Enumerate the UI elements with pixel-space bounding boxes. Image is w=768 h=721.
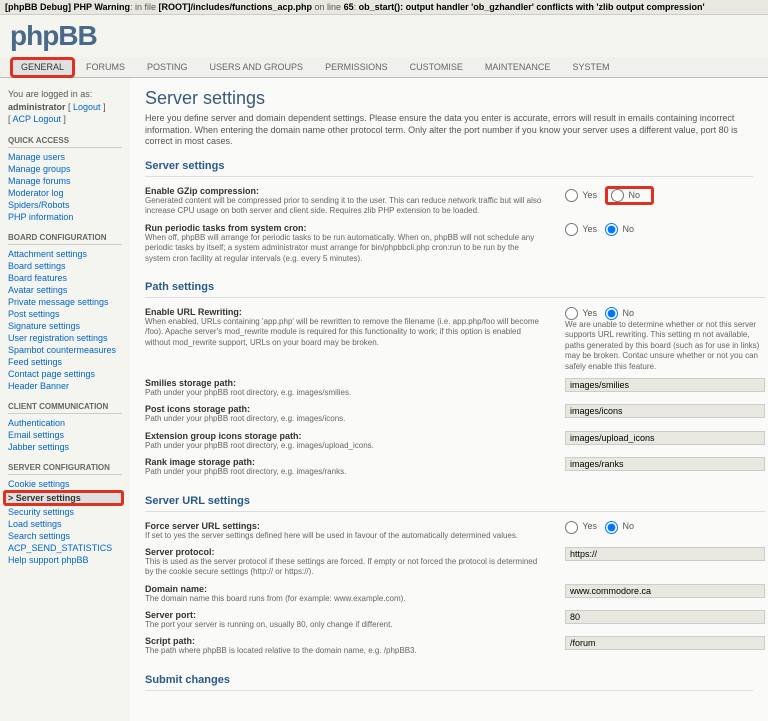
field-label: Rank image storage path: xyxy=(145,457,255,467)
field-label: Force server URL settings: xyxy=(145,521,260,531)
sidebar-item-email-settings[interactable]: Email settings xyxy=(8,430,64,440)
field-desc: Path under your phpBB root directory, e.… xyxy=(145,414,545,424)
text-input[interactable] xyxy=(565,431,765,445)
text-input[interactable] xyxy=(565,378,765,392)
tab-maintenance[interactable]: MAINTENANCE xyxy=(474,57,562,77)
sidebar-item-post-settings[interactable]: Post settings xyxy=(8,309,60,319)
sidebar-item-authentication[interactable]: Authentication xyxy=(8,418,65,428)
logo: phpBB xyxy=(0,15,768,57)
login-info: You are logged in as: administrator [ Lo… xyxy=(8,88,122,126)
radio-yes[interactable]: Yes xyxy=(565,224,597,234)
sidebar-item-load-settings[interactable]: Load settings xyxy=(8,519,62,529)
section-legend: Path settings xyxy=(145,281,765,298)
radio-yes[interactable]: Yes xyxy=(565,308,597,318)
sidebar-heading: SERVER CONFIGURATION xyxy=(8,463,122,475)
logo-text: phpBB xyxy=(10,20,97,52)
sidebar-item-board-features[interactable]: Board features xyxy=(8,273,67,283)
field-desc: The path where phpBB is located relative… xyxy=(145,646,545,656)
sidebar-item-moderator-log[interactable]: Moderator log xyxy=(8,188,64,198)
sidebar-item-header-banner[interactable]: Header Banner xyxy=(8,381,69,391)
sidebar-heading: BOARD CONFIGURATION xyxy=(8,233,122,245)
tab-permissions[interactable]: PERMISSIONS xyxy=(314,57,399,77)
field-desc: Path under your phpBB root directory, e.… xyxy=(145,467,545,477)
sidebar-item-user-registration-settings[interactable]: User registration settings xyxy=(8,333,108,343)
sidebar-item-help-support-phpbb[interactable]: Help support phpBB xyxy=(8,555,89,565)
field-label: Server protocol: xyxy=(145,547,215,557)
field-desc: The port your server is running on, usua… xyxy=(145,620,545,630)
sidebar-item-spambot-countermeasures[interactable]: Spambot countermeasures xyxy=(8,345,116,355)
sidebar-item-private-message-settings[interactable]: Private message settings xyxy=(8,297,109,307)
radio-no[interactable]: No xyxy=(611,190,640,200)
field-label: Post icons storage path: xyxy=(145,404,250,414)
sidebar-item-contact-page-settings[interactable]: Contact page settings xyxy=(8,369,95,379)
field-label: Smilies storage path: xyxy=(145,378,236,388)
page-title: Server settings xyxy=(145,88,753,109)
field-label: Script path: xyxy=(145,636,195,646)
highlighted-radio: No xyxy=(605,186,654,205)
field-desc: Path under your phpBB root directory, e.… xyxy=(145,441,545,451)
sidebar-item-manage-forums[interactable]: Manage forums xyxy=(8,176,71,186)
radio-no[interactable]: No xyxy=(605,308,634,318)
text-input[interactable] xyxy=(565,547,765,561)
field-desc: The domain name this board runs from (fo… xyxy=(145,594,545,604)
sidebar-item-spiders-robots[interactable]: Spiders/Robots xyxy=(8,200,70,210)
text-input[interactable] xyxy=(565,404,765,418)
section-legend: Server URL settings xyxy=(145,495,765,512)
sidebar-heading: CLIENT COMMUNICATION xyxy=(8,402,122,414)
field-desc: When enabled, URLs containing 'app.php' … xyxy=(145,317,545,348)
tab-users-and-groups[interactable]: USERS AND GROUPS xyxy=(199,57,315,77)
field-label: Enable GZip compression: xyxy=(145,186,259,196)
tab-general[interactable]: GENERAL xyxy=(10,57,75,78)
tab-system[interactable]: SYSTEM xyxy=(561,57,620,77)
logout-link[interactable]: Logout xyxy=(73,102,101,112)
field-desc: Generated content will be compressed pri… xyxy=(145,196,545,217)
radio-no[interactable]: No xyxy=(605,521,634,531)
field-label: Domain name: xyxy=(145,584,207,594)
section-legend: Server settings xyxy=(145,160,753,177)
sidebar-item-acp-send-statistics[interactable]: ACP_SEND_STATISTICS xyxy=(8,543,112,553)
tab-forums[interactable]: FORUMS xyxy=(75,57,136,77)
text-input[interactable] xyxy=(565,584,765,598)
sidebar: You are logged in as: administrator [ Lo… xyxy=(0,78,130,721)
field-desc: This is used as the server protocol if t… xyxy=(145,557,545,578)
sidebar-heading: QUICK ACCESS xyxy=(8,136,122,148)
section-legend: Submit changes xyxy=(145,674,753,691)
acp-logout-link[interactable]: ACP Logout xyxy=(13,114,61,124)
text-input[interactable] xyxy=(565,457,765,471)
debug-warning: [phpBB Debug] PHP Warning: in file [ROOT… xyxy=(0,0,768,15)
field-desc: Path under your phpBB root directory, e.… xyxy=(145,388,545,398)
text-input[interactable] xyxy=(565,636,765,650)
radio-yes[interactable]: Yes xyxy=(565,521,597,531)
tab-posting[interactable]: POSTING xyxy=(136,57,199,77)
sidebar-item-security-settings[interactable]: Security settings xyxy=(8,507,74,517)
field-desc: When off, phpBB will arrange for periodi… xyxy=(145,233,545,264)
sidebar-item-feed-settings[interactable]: Feed settings xyxy=(8,357,62,367)
main-content: Server settings Here you define server a… xyxy=(130,78,768,721)
field-label: Server port: xyxy=(145,610,196,620)
sidebar-item-signature-settings[interactable]: Signature settings xyxy=(8,321,80,331)
radio-yes[interactable]: Yes xyxy=(565,190,597,200)
sidebar-item-cookie-settings[interactable]: Cookie settings xyxy=(8,479,70,489)
sidebar-item-avatar-settings[interactable]: Avatar settings xyxy=(8,285,67,295)
sidebar-item-php-information[interactable]: PHP information xyxy=(8,212,73,222)
sidebar-item-board-settings[interactable]: Board settings xyxy=(8,261,66,271)
field-note: We are unable to determine whether or no… xyxy=(565,320,765,372)
sidebar-item-jabber-settings[interactable]: Jabber settings xyxy=(8,442,69,452)
tab-customise[interactable]: CUSTOMISE xyxy=(399,57,474,77)
field-label: Extension group icons storage path: xyxy=(145,431,302,441)
page-intro: Here you define server and domain depend… xyxy=(145,113,753,148)
sidebar-item-search-settings[interactable]: Search settings xyxy=(8,531,70,541)
sidebar-item-manage-groups[interactable]: Manage groups xyxy=(8,164,71,174)
radio-no[interactable]: No xyxy=(605,224,634,234)
text-input[interactable] xyxy=(565,610,765,624)
field-label: Enable URL Rewriting: xyxy=(145,307,242,317)
field-label: Run periodic tasks from system cron: xyxy=(145,223,307,233)
sidebar-item-server-settings[interactable]: > Server settings xyxy=(8,493,81,503)
sidebar-item-attachment-settings[interactable]: Attachment settings xyxy=(8,249,87,259)
main-tabs: GENERALFORUMSPOSTINGUSERS AND GROUPSPERM… xyxy=(0,57,768,78)
sidebar-item-manage-users[interactable]: Manage users xyxy=(8,152,65,162)
field-desc: If set to yes the server settings define… xyxy=(145,531,545,541)
